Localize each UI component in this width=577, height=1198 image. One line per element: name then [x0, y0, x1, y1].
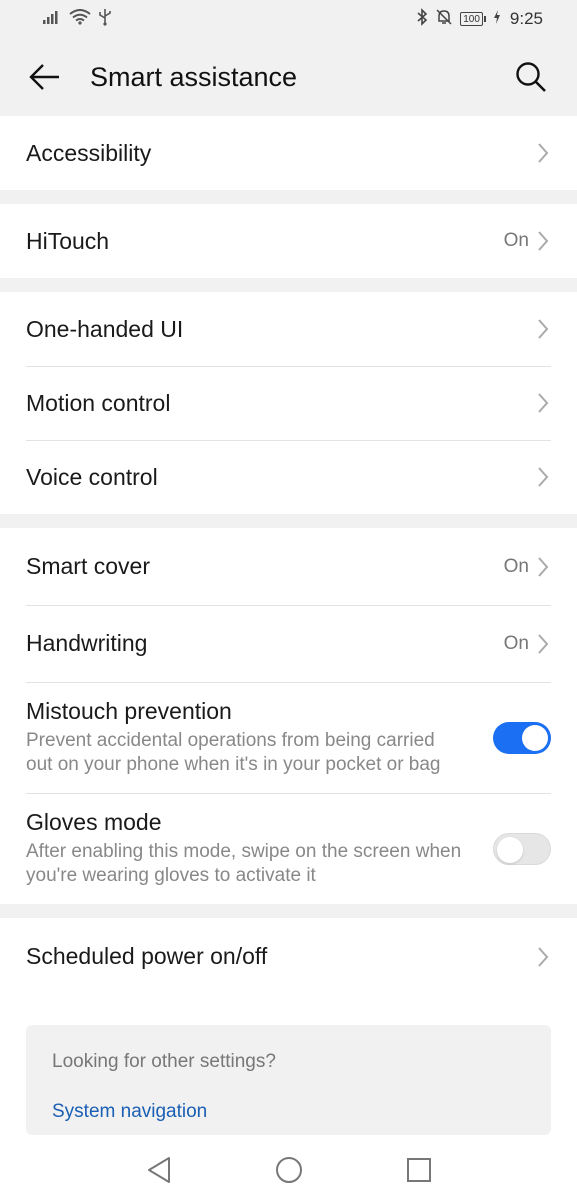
settings-group-accessibility: Accessibility [0, 116, 577, 190]
row-text: Gloves mode After enabling this mode, sw… [26, 809, 493, 888]
row-label: Voice control [26, 463, 158, 490]
status-bar: 100 9:25 [0, 0, 577, 38]
settings-group-hitouch: HiTouch On [0, 204, 577, 278]
row-label: Motion control [26, 389, 171, 416]
battery-level: 100 [460, 12, 483, 26]
row-value: On [503, 632, 529, 654]
wifi-icon [69, 8, 91, 30]
signal-icon [42, 9, 62, 30]
gloves-toggle[interactable] [493, 832, 551, 865]
back-arrow-icon[interactable] [26, 58, 64, 96]
system-navigation-link[interactable]: System navigation [52, 1101, 525, 1123]
bluetooth-icon [416, 7, 428, 31]
row-smart-cover[interactable]: Smart cover On [0, 528, 577, 605]
other-settings-card: Looking for other settings? System navig… [26, 1025, 551, 1135]
system-nav-bar [0, 1142, 577, 1198]
status-left [42, 8, 112, 31]
status-right: 100 9:25 [416, 7, 543, 31]
row-motion-control[interactable]: Motion control [0, 366, 577, 440]
chevron-right-icon [537, 318, 551, 340]
row-label: HiTouch [26, 227, 110, 254]
row-description: After enabling this mode, swipe on the s… [26, 841, 462, 886]
status-time: 9:25 [509, 9, 543, 28]
other-settings-title: Looking for other settings? [52, 1051, 276, 1072]
row-label: Handwriting [26, 630, 148, 656]
row-label: Scheduled power on/off [26, 943, 268, 969]
mute-icon [435, 8, 453, 31]
settings-group-power: Scheduled power on/off Looking for other… [0, 918, 577, 1156]
row-voice-control[interactable]: Voice control [0, 440, 577, 514]
row-value: On [503, 230, 529, 251]
chevron-right-icon [537, 392, 551, 414]
charging-icon [493, 9, 501, 30]
chevron-right-icon [537, 633, 551, 655]
usb-icon [98, 8, 112, 31]
row-scheduled-power[interactable]: Scheduled power on/off [0, 918, 577, 995]
search-icon[interactable] [511, 57, 551, 97]
page-title: Smart assistance [90, 61, 298, 92]
row-label: Accessibility [26, 139, 152, 166]
nav-home-icon[interactable] [269, 1150, 309, 1190]
app-bar: Smart assistance [0, 38, 577, 116]
row-handwriting[interactable]: Handwriting On [0, 605, 577, 682]
row-accessibility[interactable]: Accessibility [0, 116, 577, 190]
nav-back-icon[interactable] [139, 1150, 179, 1190]
row-one-handed-ui[interactable]: One-handed UI [0, 292, 577, 366]
row-description: Prevent accidental operations from being… [26, 730, 441, 775]
chevron-right-icon [537, 142, 551, 164]
row-label: One-handed UI [26, 315, 184, 342]
row-label: Smart cover [26, 553, 150, 579]
chevron-right-icon [537, 946, 551, 968]
chevron-right-icon [537, 466, 551, 488]
row-text: Mistouch prevention Prevent accidental o… [26, 698, 493, 777]
row-hitouch[interactable]: HiTouch On [0, 204, 577, 278]
battery-icon: 100 [460, 12, 486, 26]
row-value: On [503, 555, 529, 577]
row-mistouch-prevention[interactable]: Mistouch prevention Prevent accidental o… [0, 682, 577, 793]
settings-group-control: One-handed UI Motion control Voice contr… [0, 292, 577, 514]
chevron-right-icon [537, 556, 551, 578]
nav-recents-icon[interactable] [399, 1150, 439, 1190]
chevron-right-icon [537, 230, 551, 252]
mistouch-toggle[interactable] [493, 721, 551, 754]
row-gloves-mode[interactable]: Gloves mode After enabling this mode, sw… [0, 793, 577, 904]
settings-group-input: Smart cover On Handwriting On Mistouch p… [0, 528, 577, 904]
row-label: Gloves mode [26, 809, 162, 835]
row-label: Mistouch prevention [26, 698, 232, 724]
